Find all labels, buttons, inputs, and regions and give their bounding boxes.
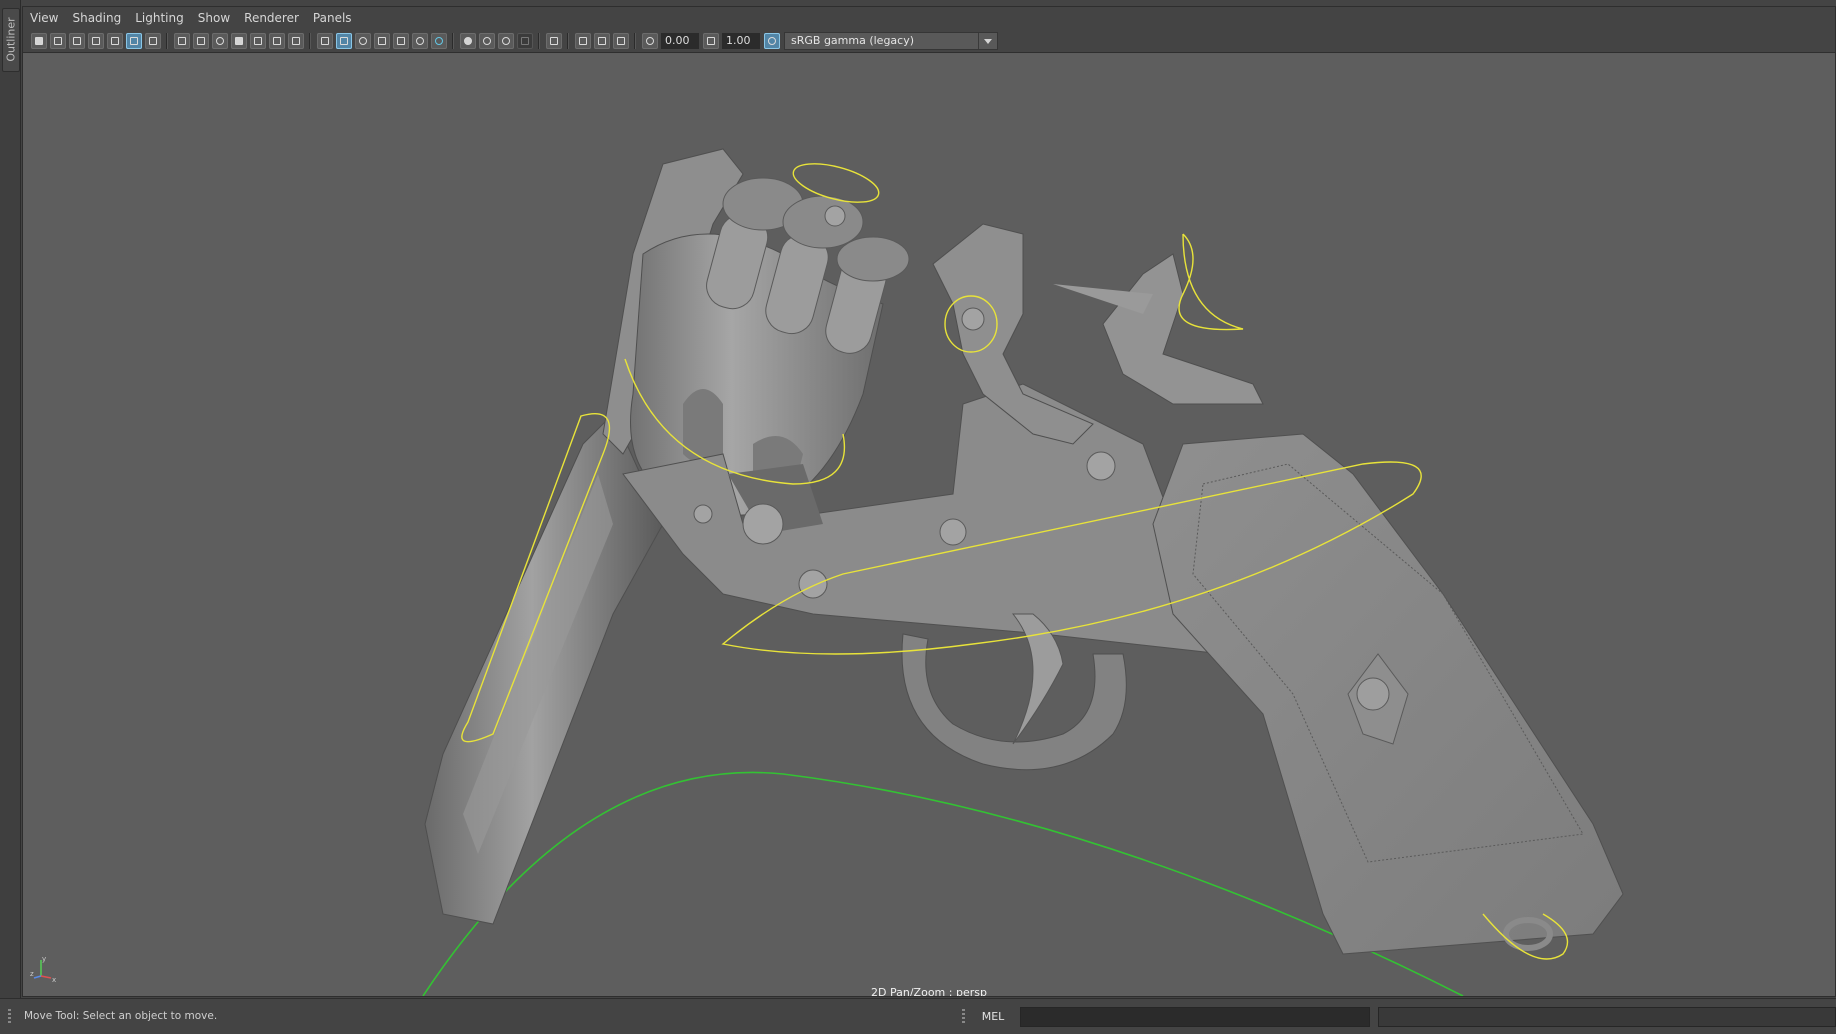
gamma-icon[interactable] xyxy=(702,32,719,49)
select-camera-icon[interactable] xyxy=(30,32,47,49)
command-result-field xyxy=(1378,1007,1836,1027)
panel-toolbar: 0.00 1.00 sRGB gamma (legacy) xyxy=(23,29,1835,53)
toolbar-separator xyxy=(452,32,454,49)
film-gate-icon[interactable] xyxy=(192,32,209,49)
color-management-select[interactable]: sRGB gamma (legacy) xyxy=(784,31,998,50)
trigger-guard xyxy=(901,633,1127,771)
textured-icon[interactable] xyxy=(373,32,390,49)
axis-label-z: z xyxy=(30,970,34,978)
panel-menubar: View Shading Lighting Show Renderer Pane… xyxy=(23,7,1835,29)
anti-aliasing-icon[interactable] xyxy=(497,32,514,49)
wireframe-on-shaded-icon[interactable] xyxy=(354,32,371,49)
isolate-select-icon[interactable] xyxy=(545,32,562,49)
smooth-shade-icon[interactable] xyxy=(335,32,352,49)
camera-attributes-icon[interactable] xyxy=(49,32,66,49)
shadows-icon[interactable] xyxy=(430,32,447,49)
xray-icon[interactable] xyxy=(574,32,591,49)
script-language-toggle[interactable]: MEL xyxy=(962,999,1018,1034)
lights-icon[interactable] xyxy=(411,32,428,49)
xray-joints-icon[interactable] xyxy=(593,32,610,49)
view-axis-indicator: y z x xyxy=(29,954,59,984)
toolbar-separator xyxy=(538,32,540,49)
scene-render xyxy=(422,148,1624,996)
safe-action-icon[interactable] xyxy=(268,32,285,49)
field-chart-icon[interactable] xyxy=(249,32,266,49)
screen-space-ao-icon[interactable] xyxy=(459,32,476,49)
toolbar-separator xyxy=(634,32,636,49)
menu-panels[interactable]: Panels xyxy=(306,7,359,29)
outliner-strip: Outliner xyxy=(0,0,21,1000)
menu-shading[interactable]: Shading xyxy=(65,7,128,29)
help-line-bar: Move Tool: Select an object to move. MEL xyxy=(0,998,1836,1034)
3d-viewport[interactable]: y z x 2D Pan/Zoom : persp xyxy=(23,54,1835,996)
toolbar-separator xyxy=(567,32,569,49)
help-line: Move Tool: Select an object to move. xyxy=(6,999,946,1034)
grip-screw xyxy=(1356,677,1390,711)
checker-icon[interactable] xyxy=(392,32,409,49)
outliner-tab[interactable]: Outliner xyxy=(2,8,20,72)
exposure-field[interactable]: 0.00 xyxy=(661,32,699,49)
image-plane-icon[interactable] xyxy=(106,32,123,49)
control-curve-hammer xyxy=(1178,233,1244,331)
color-management-icon[interactable] xyxy=(763,32,780,49)
bookmarks-icon[interactable] xyxy=(68,32,85,49)
exposure-icon[interactable] xyxy=(641,32,658,49)
resolution-gate-icon[interactable] xyxy=(211,32,228,49)
depth-of-field-icon[interactable] xyxy=(516,32,533,49)
axis-label-x: x xyxy=(52,976,56,984)
outliner-tab-label: Outliner xyxy=(4,17,18,62)
grid-icon[interactable] xyxy=(173,32,190,49)
gate-mask-icon[interactable] xyxy=(230,32,247,49)
xray-components-icon[interactable] xyxy=(612,32,629,49)
motion-blur-icon[interactable] xyxy=(478,32,495,49)
safe-title-icon[interactable] xyxy=(287,32,304,49)
bookmark-icon[interactable] xyxy=(87,32,104,49)
grease-pencil-icon[interactable] xyxy=(144,32,161,49)
wireframe-icon[interactable] xyxy=(316,32,333,49)
command-line-input[interactable] xyxy=(1020,1007,1370,1027)
viewport-panel: View Shading Lighting Show Renderer Pane… xyxy=(22,6,1836,997)
chevron-down-icon[interactable] xyxy=(978,32,997,49)
axis-label-y: y xyxy=(42,955,46,963)
menu-renderer[interactable]: Renderer xyxy=(237,7,306,29)
menu-view[interactable]: View xyxy=(23,7,65,29)
menu-show[interactable]: Show xyxy=(191,7,237,29)
gamma-field[interactable]: 1.00 xyxy=(722,32,760,49)
toolbar-separator xyxy=(166,32,168,49)
2d-pan-zoom-icon[interactable] xyxy=(125,32,142,49)
menu-lighting[interactable]: Lighting xyxy=(128,7,191,29)
toolbar-separator xyxy=(309,32,311,49)
color-management-value: sRGB gamma (legacy) xyxy=(791,33,915,47)
